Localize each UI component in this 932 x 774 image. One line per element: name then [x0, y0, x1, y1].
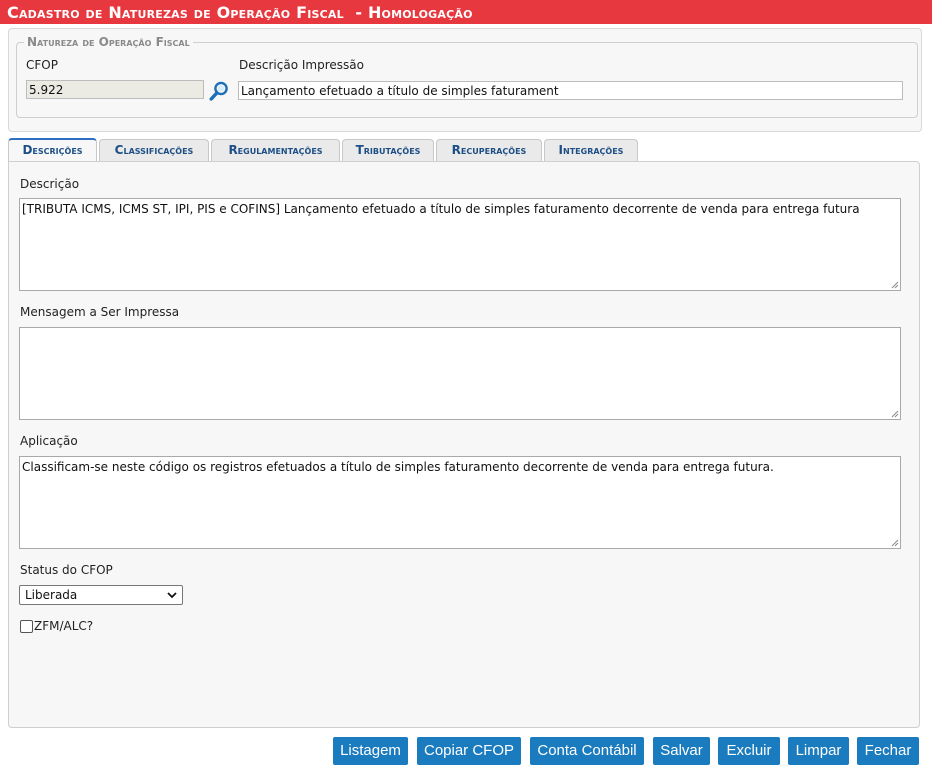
tab-classificacoes[interactable]: Classificações [99, 139, 209, 162]
salvar-button[interactable]: Salvar [653, 737, 710, 765]
limpar-button[interactable]: Limpar [788, 737, 849, 765]
status-selected-value: Liberada [25, 588, 78, 602]
mensagem-label: Mensagem a Ser Impressa [20, 305, 180, 319]
status-label: Status do CFOP [20, 563, 113, 577]
descricao-label: Descrição [20, 177, 80, 191]
tab-descricoes[interactable]: Descrições [8, 138, 97, 162]
natureza-fieldset: Natureza de Operação Fiscal [16, 35, 918, 118]
cfop-label: CFOP [26, 58, 58, 72]
zfm-label: ZFM/ALC? [34, 619, 94, 633]
aplicacao-text: Classificam-se neste código os registros… [22, 460, 774, 474]
descricao-impressao-label: Descrição Impressão [239, 58, 364, 72]
tab-integracoes[interactable]: Integrações [544, 139, 638, 162]
title-bar: Cadastro de Naturezas de Operação Fiscal… [0, 0, 932, 24]
aplicacao-textarea[interactable]: Classificam-se neste código os registros… [19, 456, 901, 549]
excluir-button[interactable]: Excluir [718, 737, 780, 765]
resize-grip-icon[interactable] [891, 410, 899, 418]
magnifier-icon[interactable] [208, 80, 230, 102]
status-select[interactable]: Liberada [19, 585, 183, 605]
conta-contabil-button[interactable]: Conta Contábil [530, 737, 644, 765]
copiar-cfop-button[interactable]: Copiar CFOP [417, 737, 521, 765]
tab-recuperacoes[interactable]: Recuperações [436, 139, 542, 162]
natureza-legend: Natureza de Operação Fiscal [27, 35, 190, 49]
fechar-button[interactable]: Fechar [857, 737, 919, 765]
descricao-impressao-input[interactable]: Lançamento efetuado a título de simples … [238, 81, 903, 100]
resize-grip-icon[interactable] [891, 281, 899, 289]
aplicacao-label: Aplicação [20, 434, 78, 448]
cfop-input[interactable]: 5.922 [26, 80, 204, 99]
resize-grip-icon[interactable] [891, 539, 899, 547]
descricao-text: [TRIBUTA ICMS, ICMS ST, IPI, PIS e COFIN… [22, 202, 860, 216]
descricao-textarea[interactable]: [TRIBUTA ICMS, ICMS ST, IPI, PIS e COFIN… [19, 198, 901, 291]
window-title: Cadastro de Naturezas de Operação Fiscal… [7, 3, 473, 22]
listagem-button[interactable]: Listagem [333, 737, 408, 765]
tab-regulamentacoes[interactable]: Regulamentações [211, 139, 340, 162]
zfm-checkbox[interactable] [20, 620, 33, 633]
chevron-down-icon [167, 592, 177, 599]
mensagem-textarea[interactable] [19, 327, 901, 420]
tab-tributacoes[interactable]: Tributações [342, 139, 434, 162]
